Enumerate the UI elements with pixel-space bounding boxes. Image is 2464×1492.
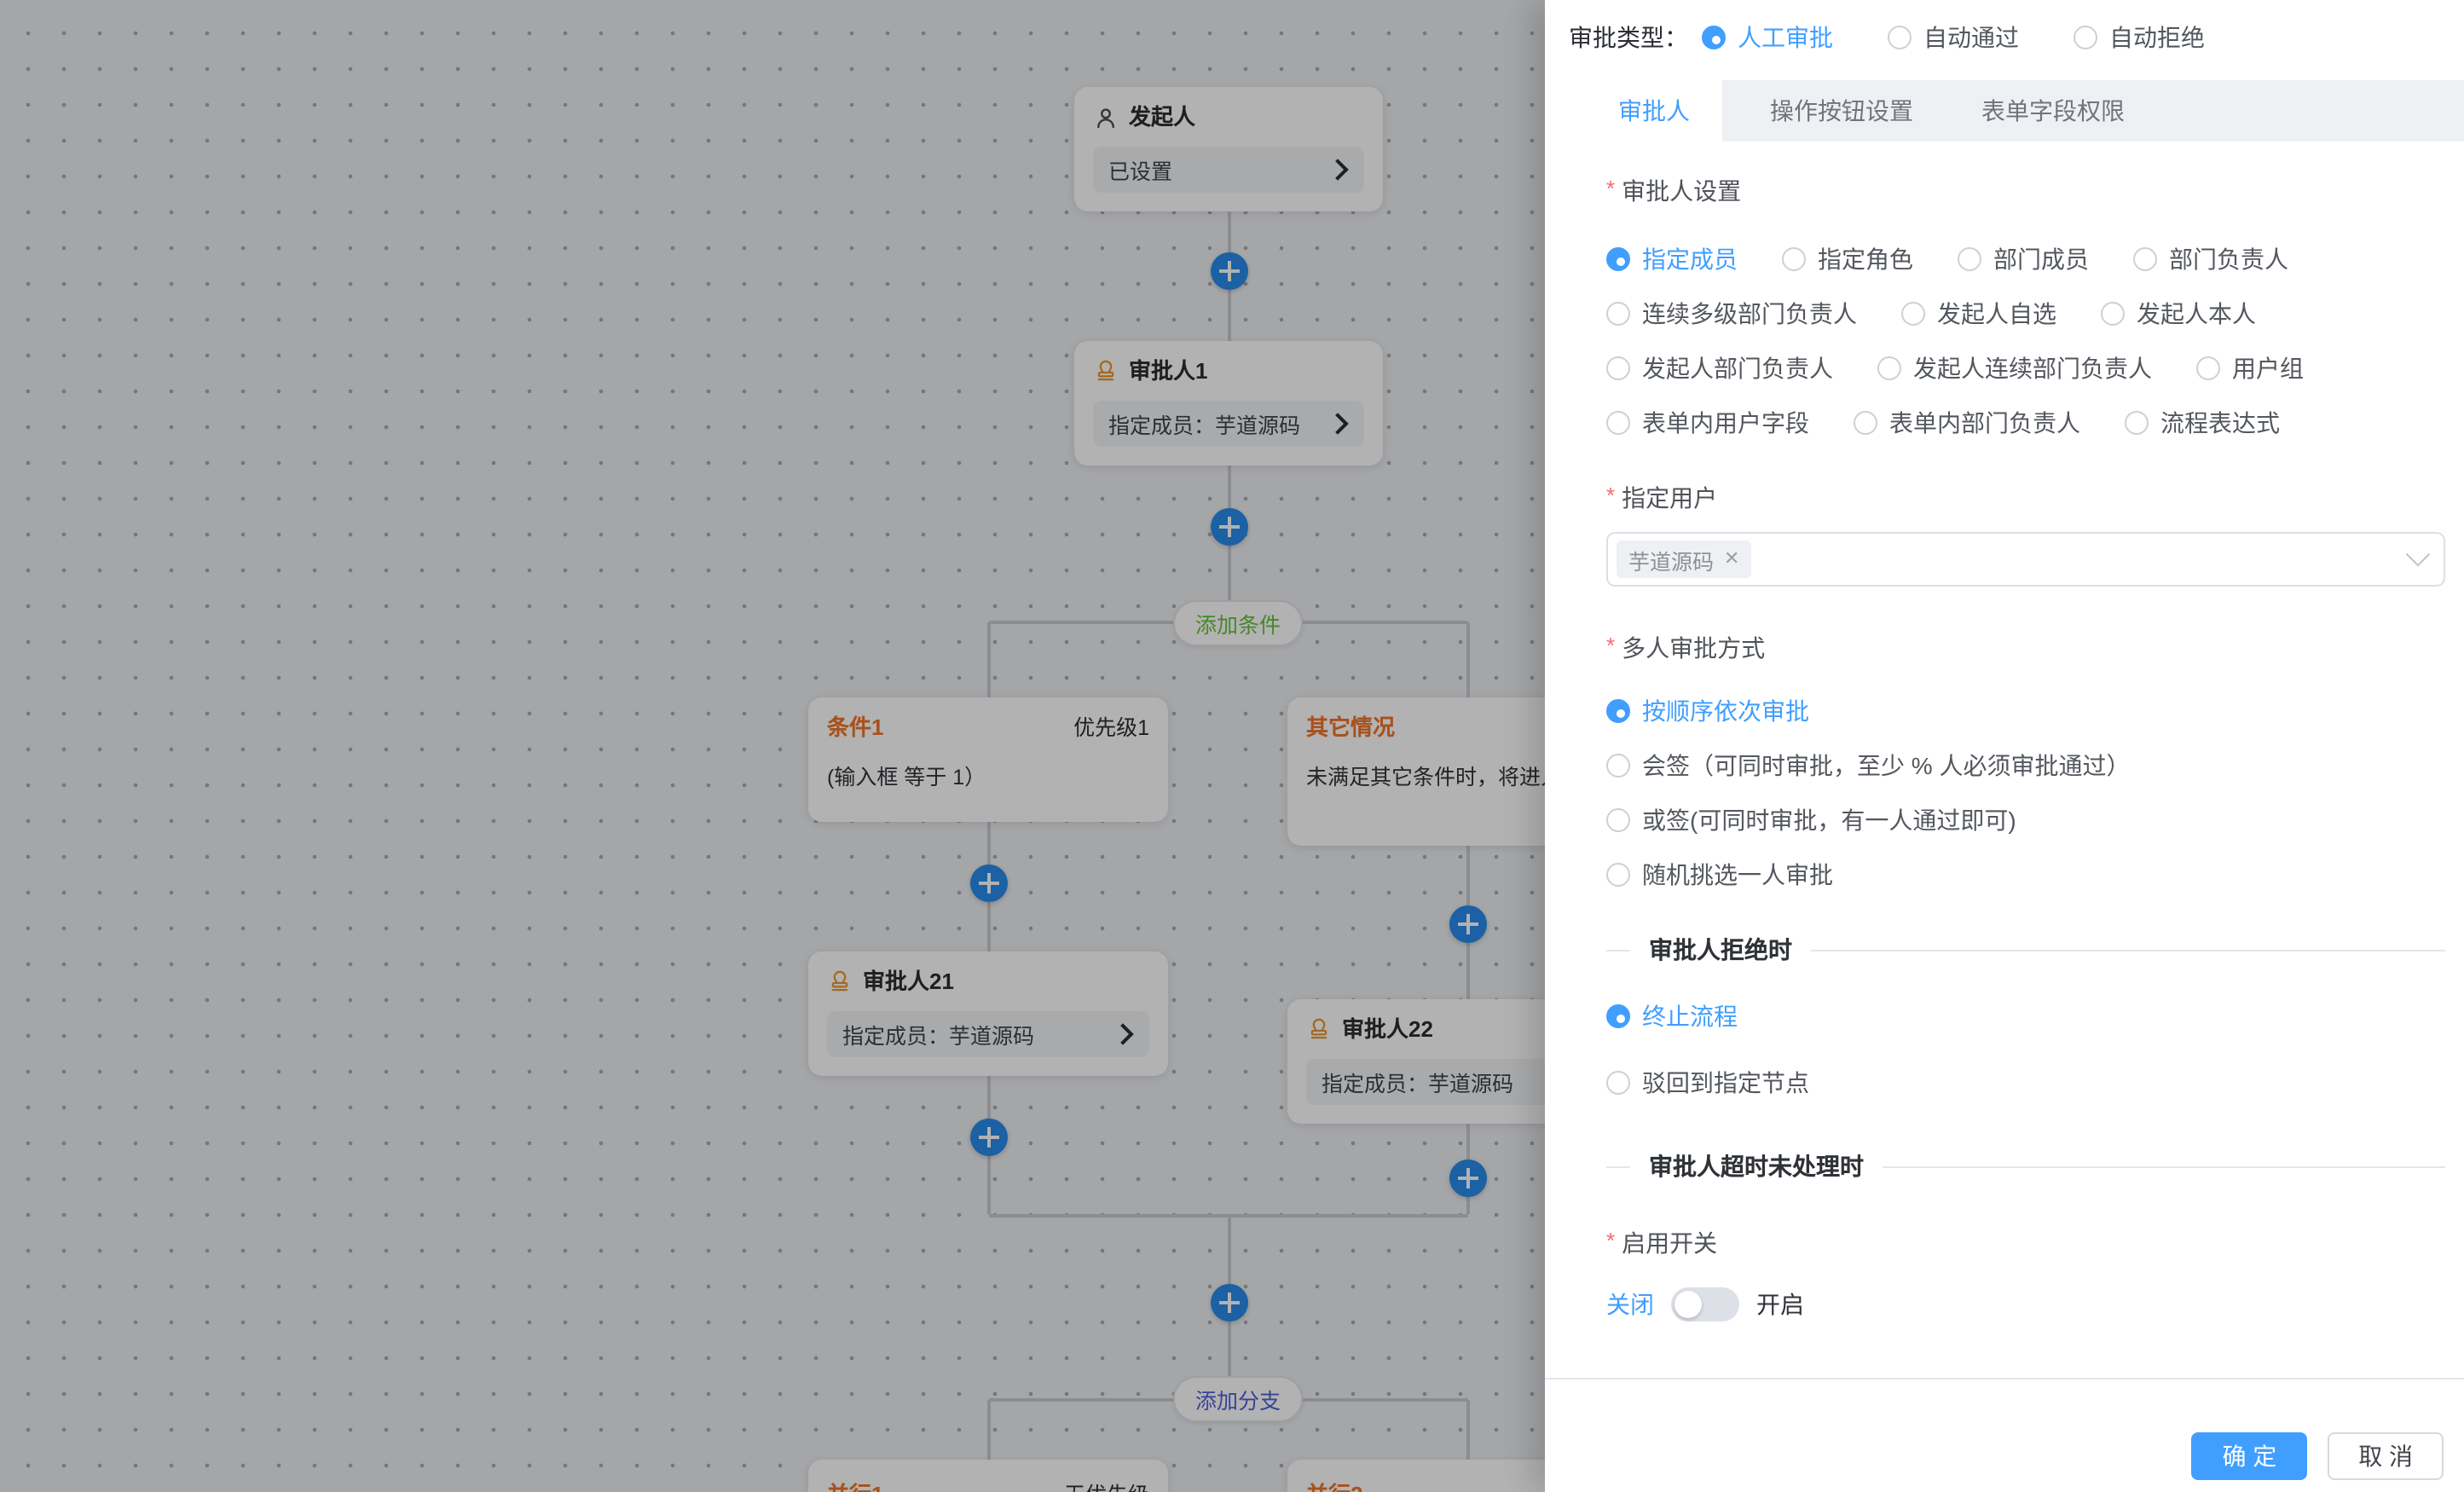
radio-sequential-approval[interactable]: 按顺序依次审批 xyxy=(1606,696,2445,726)
tab-form-field-permissions[interactable]: 表单字段权限 xyxy=(1981,94,2125,128)
radio-icon xyxy=(1606,808,1630,832)
drawer-footer: 确 定 取 消 xyxy=(1545,1378,2464,1492)
radio-icon xyxy=(1888,26,1912,49)
cancel-button[interactable]: 取 消 xyxy=(2328,1432,2444,1480)
radio-icon xyxy=(1782,247,1806,271)
radio-or-sign[interactable]: 或签(可同时审批，有一人通过即可) xyxy=(1606,805,2445,836)
radio-icon xyxy=(2101,302,2125,326)
timeout-switch[interactable] xyxy=(1671,1287,1739,1321)
drawer-body[interactable]: * 审批人设置 指定成员 指定角色 部门成员 部门负责人 连续多级部门负责人 发… xyxy=(1545,142,2464,1335)
radio-icon xyxy=(2196,356,2220,380)
reject-section-title: 审批人拒绝时 xyxy=(1649,933,1792,967)
approver-settings-drawer: 审批类型： 人工审批 自动通过 自动拒绝 审批人 xyxy=(1545,0,2464,1492)
radio-initiator-self[interactable]: 发起人本人 xyxy=(2101,297,2256,331)
assign-user-select[interactable]: 芋道源码 ✕ xyxy=(1606,532,2445,587)
radio-icon xyxy=(1606,863,1630,887)
timeout-section-title: 审批人超时未处理时 xyxy=(1649,1149,1864,1183)
radio-flow-expression[interactable]: 流程表达式 xyxy=(2125,406,2280,440)
assign-user-label: * 指定用户 xyxy=(1606,483,2445,513)
radio-assigned-role[interactable]: 指定角色 xyxy=(1782,242,1913,276)
radio-countersign[interactable]: 会签（可同时审批，至少 % 人必须审批通过） xyxy=(1606,750,2445,781)
timeout-section-divider: 审批人超时未处理时 xyxy=(1606,1151,2445,1182)
radio-icon xyxy=(1854,411,1877,435)
radio-icon xyxy=(1606,356,1630,380)
required-asterisk: * xyxy=(1606,633,1615,660)
radio-multi-level-dept-leader[interactable]: 连续多级部门负责人 xyxy=(1606,297,1857,331)
radio-icon xyxy=(1606,302,1630,326)
radio-icon xyxy=(1958,247,1981,271)
multi-mode-label: * 多人审批方式 xyxy=(1606,633,2445,663)
confirm-button[interactable]: 确 定 xyxy=(2191,1432,2307,1480)
radio-icon xyxy=(1702,26,1726,49)
radio-form-user-field[interactable]: 表单内用户字段 xyxy=(1606,406,1809,440)
drawer-tabs: 审批人 操作按钮设置 表单字段权限 xyxy=(1545,80,2464,142)
radio-auto-reject[interactable]: 自动拒绝 xyxy=(2074,20,2205,55)
radio-icon xyxy=(1606,247,1630,271)
radio-icon xyxy=(1606,1004,1630,1028)
radio-icon xyxy=(1606,1071,1630,1095)
chevron-down-icon xyxy=(2406,542,2430,566)
reject-section-divider: 审批人拒绝时 xyxy=(1606,934,2445,965)
approval-type-row: 审批类型： 人工审批 自动通过 自动拒绝 xyxy=(1545,0,2464,75)
tag-remove-icon[interactable]: ✕ xyxy=(1724,550,1739,569)
toggle-on-label: 开启 xyxy=(1756,1287,1804,1321)
radio-manual-approval[interactable]: 人工审批 xyxy=(1702,20,1833,55)
radio-icon xyxy=(1901,302,1925,326)
tab-action-buttons[interactable]: 操作按钮设置 xyxy=(1770,94,1913,128)
approval-flow-designer: 发起人 已设置 审批人1 指定成员：芋道源码 添加条件 xyxy=(0,0,2464,1492)
tab-approver[interactable]: 审批人 xyxy=(1586,80,1722,142)
radio-icon xyxy=(1606,754,1630,778)
timeout-toggle-row: 关闭 开启 xyxy=(1606,1287,2445,1321)
radio-icon xyxy=(2125,411,2149,435)
radio-icon xyxy=(1606,411,1630,435)
radio-form-dept-leader[interactable]: 表单内部门负责人 xyxy=(1854,406,2080,440)
radio-icon xyxy=(2133,247,2157,271)
radio-user-group[interactable]: 用户组 xyxy=(2196,351,2304,385)
radio-initiator-choose[interactable]: 发起人自选 xyxy=(1901,297,2056,331)
radio-icon xyxy=(1877,356,1901,380)
radio-icon xyxy=(1606,699,1630,723)
radio-terminate-flow[interactable]: 终止流程 xyxy=(1606,1001,2445,1032)
radio-auto-approve[interactable]: 自动通过 xyxy=(1888,20,2019,55)
radio-icon xyxy=(2074,26,2097,49)
required-asterisk: * xyxy=(1606,483,1615,510)
toggle-off-label: 关闭 xyxy=(1606,1287,1654,1321)
radio-initiator-multi-dept-leader[interactable]: 发起人连续部门负责人 xyxy=(1877,351,2152,385)
enable-switch-label: * 启用开关 xyxy=(1606,1228,2445,1258)
approval-type-label: 审批类型： xyxy=(1569,20,1688,55)
radio-return-to-node[interactable]: 驳回到指定节点 xyxy=(1606,1067,2445,1098)
radio-dept-leader[interactable]: 部门负责人 xyxy=(2133,242,2288,276)
radio-assigned-member[interactable]: 指定成员 xyxy=(1606,242,1738,276)
radio-dept-member[interactable]: 部门成员 xyxy=(1958,242,2089,276)
radio-initiator-dept-leader[interactable]: 发起人部门负责人 xyxy=(1606,351,1833,385)
radio-random-one[interactable]: 随机挑选一人审批 xyxy=(1606,859,2445,890)
user-tag: 芋道源码 ✕ xyxy=(1617,541,1751,578)
required-asterisk: * xyxy=(1606,176,1615,203)
user-tag-label: 芋道源码 xyxy=(1628,543,1714,575)
approver-setting-label: * 审批人设置 xyxy=(1606,176,2445,206)
required-asterisk: * xyxy=(1606,1228,1615,1255)
